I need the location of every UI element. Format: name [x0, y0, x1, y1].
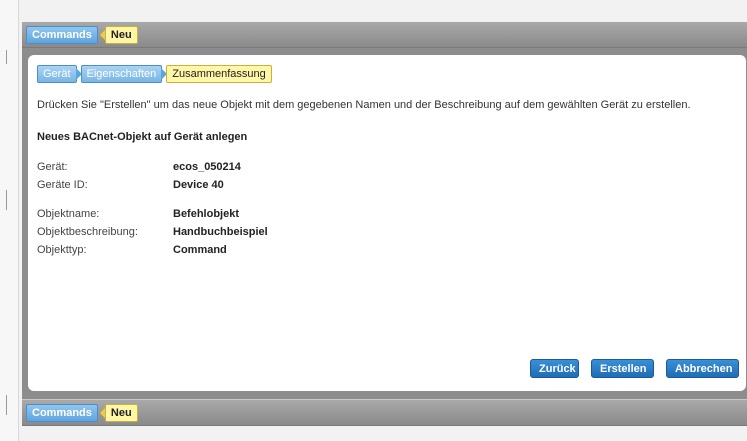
bottom-breadcrumb: Commands Neu [26, 404, 138, 422]
wizard-panel: Gerät Eigenschaften Zusammenfassung Drüc… [28, 55, 746, 391]
device-value: ecos_050214 [173, 161, 241, 173]
left-strip [0, 0, 19, 441]
device-id-row: Geräte ID: Device 40 [37, 179, 437, 193]
intro-text: Drücken Sie "Erstellen" um das neue Obje… [37, 99, 691, 111]
breadcrumb-neu[interactable]: Neu [104, 26, 138, 44]
breadcrumb-neu[interactable]: Neu [104, 404, 138, 422]
breadcrumb-commands[interactable]: Commands [26, 404, 98, 422]
strip-mark [6, 50, 7, 64]
back-button[interactable]: Zurück [530, 359, 579, 378]
section-title: Neues BACnet-Objekt auf Gerät anlegen [37, 131, 248, 143]
wizard-step-zusammenfassung[interactable]: Zusammenfassung [166, 65, 272, 83]
device-row: Gerät: ecos_050214 [37, 161, 437, 175]
object-name-label: Objektname: [37, 208, 100, 220]
wizard-step-eigenschaften[interactable]: Eigenschaften [80, 65, 163, 83]
object-desc-value: Handbuchbeispiel [173, 226, 268, 238]
object-type-row: Objekttyp: Command [37, 244, 437, 258]
strip-mark [6, 190, 7, 210]
object-desc-label: Objektbeschreibung: [37, 226, 138, 238]
device-id-label: Geräte ID: [37, 179, 88, 191]
create-button[interactable]: Erstellen [591, 359, 654, 378]
object-name-row: Objektname: Befehlobjekt [37, 208, 437, 222]
cancel-button[interactable]: Abbrechen [666, 359, 739, 378]
object-type-label: Objekttyp: [37, 244, 87, 256]
breadcrumb-commands[interactable]: Commands [26, 26, 98, 44]
device-id-value: Device 40 [173, 179, 224, 191]
object-type-value: Command [173, 244, 227, 256]
top-breadcrumb: Commands Neu [26, 26, 138, 44]
device-label: Gerät: [37, 161, 68, 173]
wizard-step-geraet[interactable]: Gerät [37, 65, 77, 83]
wizard-steps: Gerät Eigenschaften Zusammenfassung [37, 65, 272, 83]
object-name-value: Befehlobjekt [173, 208, 240, 220]
object-desc-row: Objektbeschreibung: Handbuchbeispiel [37, 226, 437, 240]
bottom-breadcrumb-bar: Commands Neu [22, 399, 747, 426]
top-breadcrumb-bar: Commands Neu [22, 22, 747, 48]
strip-mark [6, 395, 7, 415]
